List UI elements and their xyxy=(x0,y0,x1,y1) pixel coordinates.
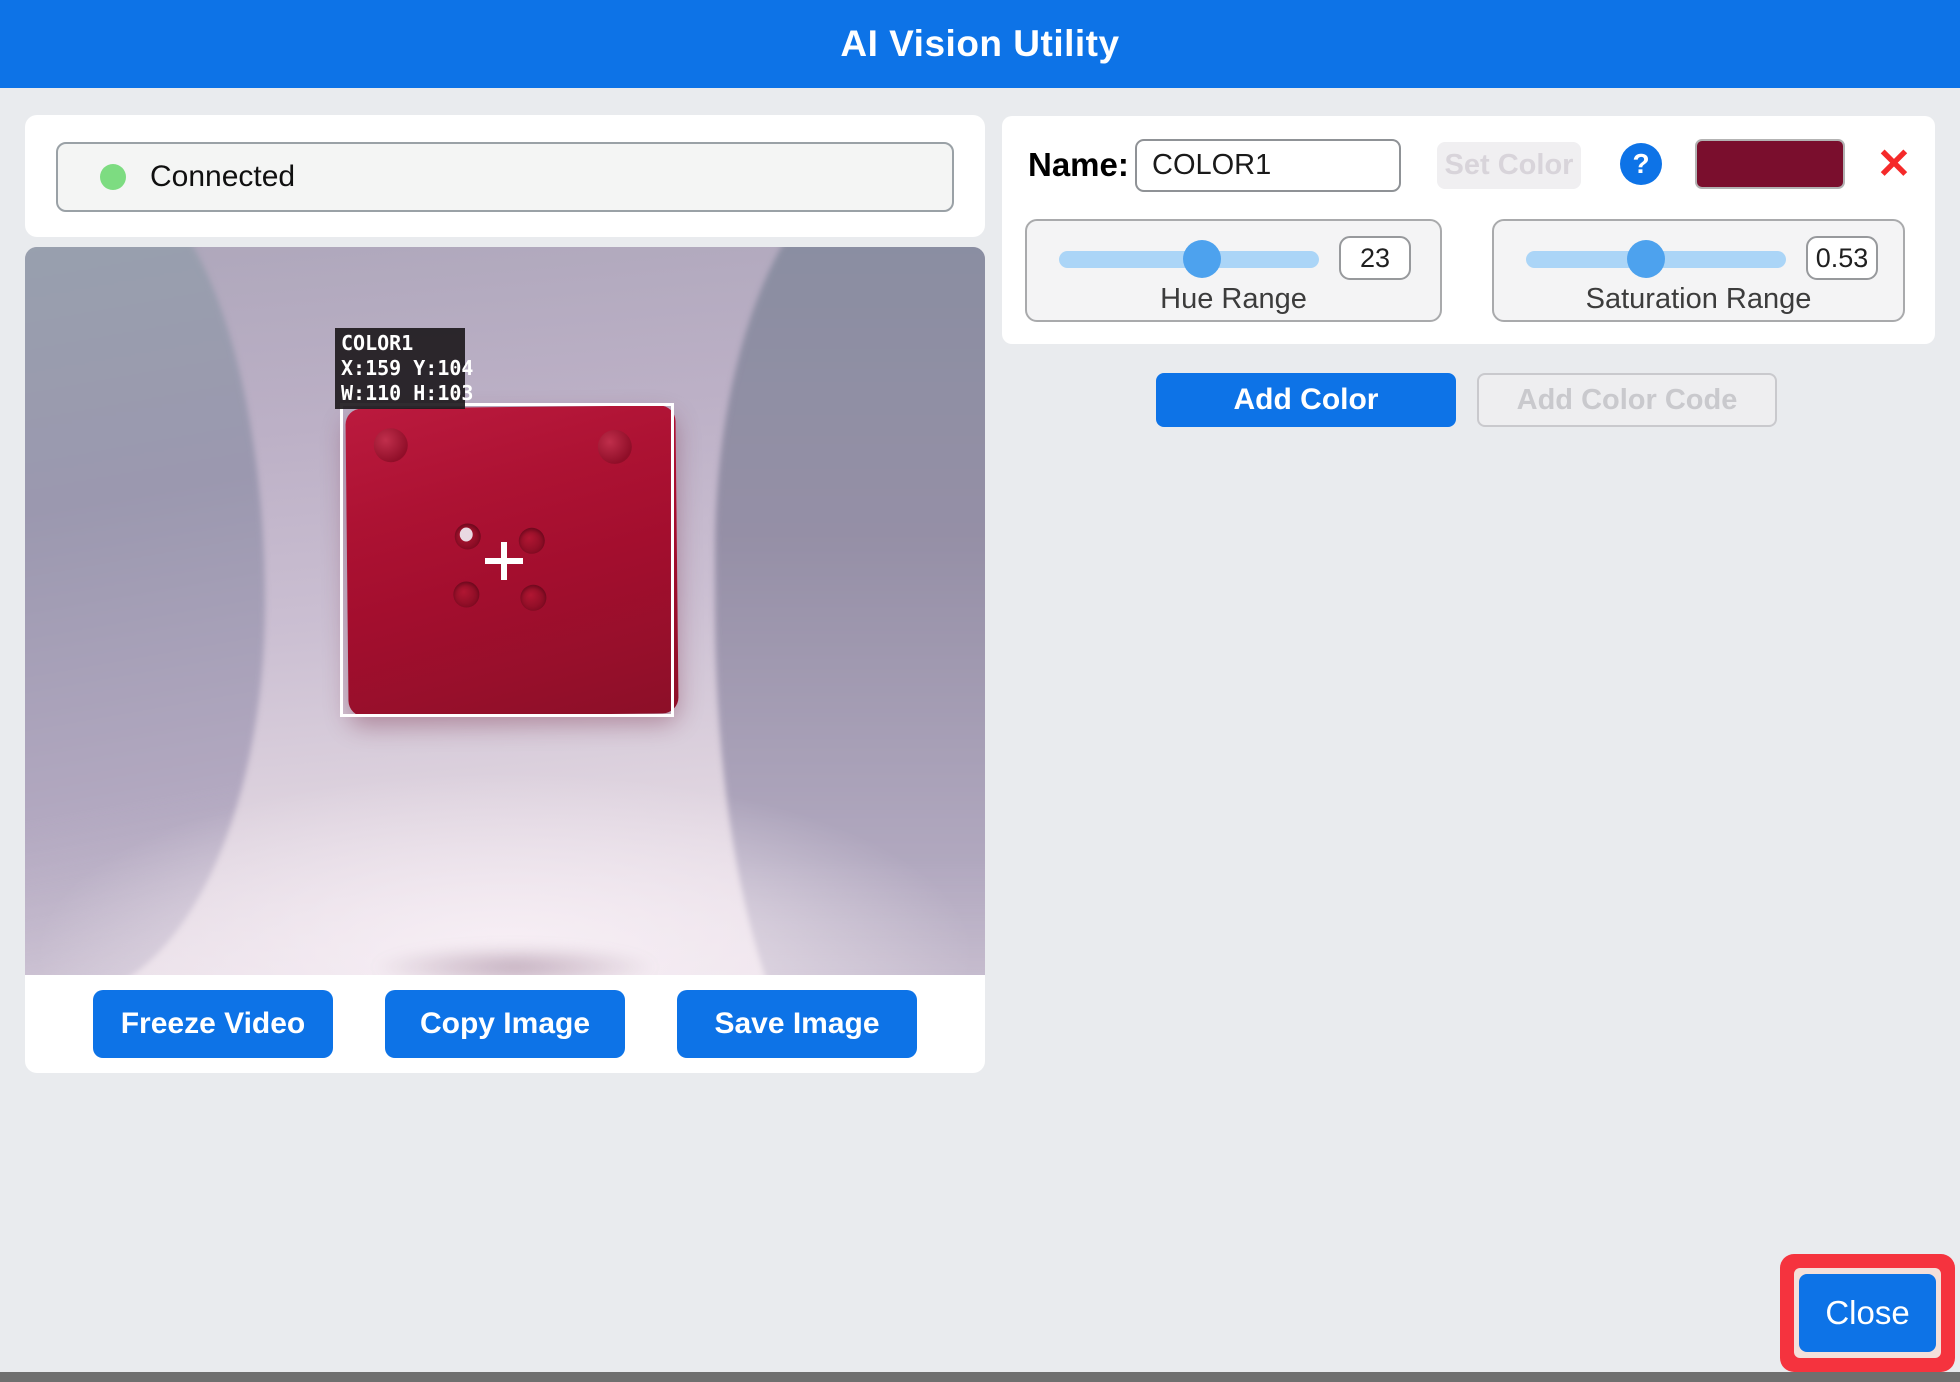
saturation-range-group: 0.53 Saturation Range xyxy=(1492,219,1905,322)
save-image-button[interactable]: Save Image xyxy=(677,990,917,1058)
detection-info-overlay: COLOR1 X:159 Y:104 W:110 H:103 xyxy=(335,328,465,409)
close-button-highlight: Close xyxy=(1780,1254,1955,1372)
hue-range-value: 23 xyxy=(1339,236,1411,280)
ai-vision-utility-window: AI Vision Utility Connected COLOR1 xyxy=(0,0,1960,1382)
window-bottom-edge xyxy=(0,1372,1960,1382)
add-color-code-button[interactable]: Add Color Code xyxy=(1477,373,1777,427)
color-swatch[interactable] xyxy=(1695,139,1845,189)
detection-position: X:159 Y:104 xyxy=(341,356,459,381)
window-title: AI Vision Utility xyxy=(840,23,1119,65)
detection-size: W:110 H:103 xyxy=(341,381,459,406)
close-button[interactable]: Close xyxy=(1799,1274,1936,1352)
hue-range-group: 23 Hue Range xyxy=(1025,219,1442,322)
connected-status-dot-icon xyxy=(100,164,126,190)
camera-feed-card: COLOR1 X:159 Y:104 W:110 H:103 Freeze Vi… xyxy=(25,247,985,1073)
hue-range-label: Hue Range xyxy=(1027,283,1440,316)
connection-status-card: Connected xyxy=(25,115,985,237)
hue-slider-thumb[interactable] xyxy=(1183,240,1221,278)
cube-shadow xyxy=(325,937,705,975)
hue-range-slider[interactable] xyxy=(1059,251,1319,268)
crosshair-icon xyxy=(485,542,523,580)
copy-image-button[interactable]: Copy Image xyxy=(385,990,625,1058)
add-color-button[interactable]: Add Color xyxy=(1156,373,1456,427)
help-icon[interactable]: ? xyxy=(1620,143,1662,185)
delete-color-button[interactable]: ✕ xyxy=(1868,140,1920,188)
freeze-video-button[interactable]: Freeze Video xyxy=(93,990,333,1058)
camera-video-feed[interactable]: COLOR1 X:159 Y:104 W:110 H:103 xyxy=(25,247,985,975)
detection-color-name: COLOR1 xyxy=(341,331,459,356)
video-action-buttons: Freeze Video Copy Image Save Image xyxy=(25,975,985,1073)
set-color-button[interactable]: Set Color xyxy=(1437,142,1581,189)
saturation-range-label: Saturation Range xyxy=(1494,283,1903,316)
saturation-range-value: 0.53 xyxy=(1806,236,1878,280)
color-name-input[interactable] xyxy=(1135,139,1401,192)
connection-status-label: Connected xyxy=(150,160,295,194)
saturation-slider-thumb[interactable] xyxy=(1627,240,1665,278)
connection-status-box: Connected xyxy=(56,142,954,212)
x-icon: ✕ xyxy=(1876,140,1911,187)
color-config-card: Name: Set Color ? ✕ 23 Hue Range 0.53 Sa… xyxy=(1002,116,1935,344)
title-bar: AI Vision Utility xyxy=(0,0,1960,88)
saturation-range-slider[interactable] xyxy=(1526,251,1786,268)
name-label: Name: xyxy=(1028,146,1129,184)
